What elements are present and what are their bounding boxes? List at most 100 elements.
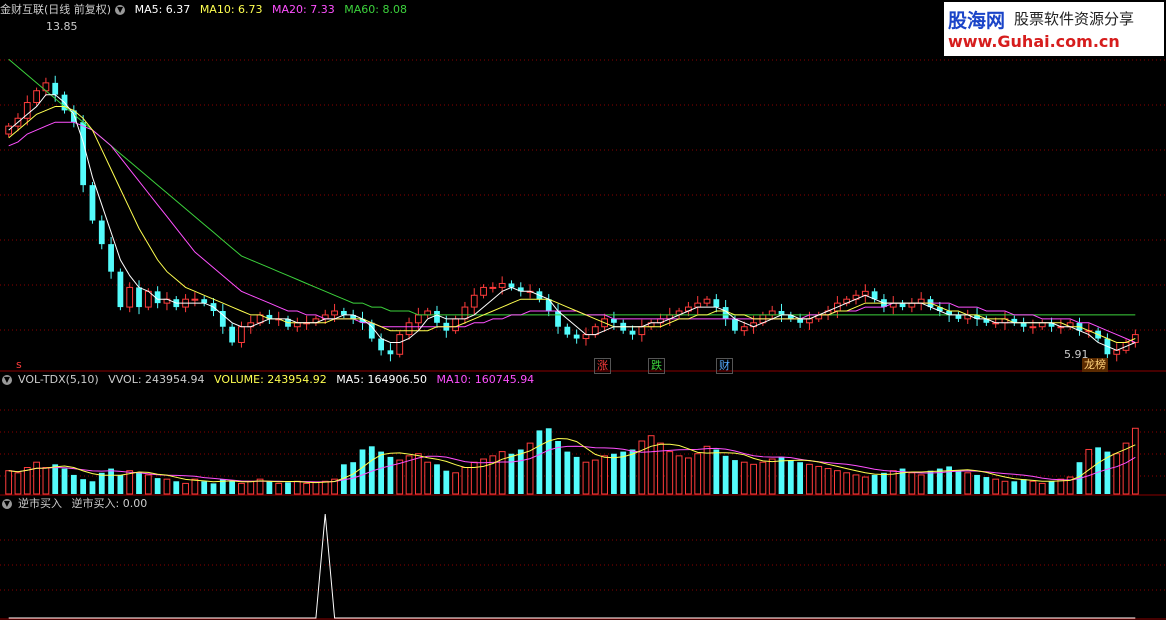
volume-bar-down bbox=[266, 481, 273, 494]
cai-marker[interactable]: 财 bbox=[716, 358, 733, 374]
vol-indicator-name[interactable]: VOL-TDX(5,10) bbox=[18, 373, 99, 386]
volume-bar-up bbox=[191, 478, 199, 495]
s-marker[interactable]: s bbox=[14, 358, 24, 372]
volume-bar-down bbox=[983, 477, 990, 494]
indicator-name[interactable]: 逆市买入 bbox=[18, 497, 62, 510]
candle-body-down bbox=[611, 318, 617, 323]
candle-body-down bbox=[732, 318, 738, 331]
volume-bar-up bbox=[1131, 427, 1139, 495]
candle-body-down bbox=[573, 334, 580, 339]
stock-chart[interactable] bbox=[0, 0, 1166, 620]
candle-body-down bbox=[52, 82, 59, 95]
volume-bar-down bbox=[797, 462, 804, 494]
volume-bar-up bbox=[833, 470, 841, 495]
indicator-readout: 逆市买入: 0.00 bbox=[71, 497, 148, 510]
volume-bar-down bbox=[1011, 481, 1018, 494]
candle-body-up bbox=[582, 334, 590, 340]
volume-bar-down bbox=[173, 481, 180, 494]
volume-bar-down bbox=[61, 468, 68, 494]
volume-bar-down bbox=[732, 460, 738, 494]
volume-bar-up bbox=[182, 482, 189, 495]
ma10-readout: MA10: 6.73 bbox=[199, 3, 263, 16]
volume-bar-down bbox=[1020, 479, 1027, 494]
volume-bar-up bbox=[247, 480, 255, 495]
candle-body-down bbox=[387, 350, 394, 355]
volume-bar-up bbox=[852, 474, 860, 495]
candle-body-up bbox=[1113, 349, 1121, 355]
volume-bar-up bbox=[759, 461, 767, 495]
volume-bar-down bbox=[378, 451, 385, 494]
volume-bar-up bbox=[666, 451, 674, 495]
volume-bar-up bbox=[424, 461, 432, 495]
candle-body-up bbox=[331, 310, 338, 316]
volume-bar-down bbox=[80, 479, 87, 494]
logo-subtext: 股票软件资源分享 bbox=[1014, 10, 1135, 28]
volume-bar-up bbox=[992, 478, 1000, 495]
stock-title[interactable]: 金财互联(日线 前复权) bbox=[0, 3, 111, 16]
chevron-down-icon[interactable]: ▼ bbox=[115, 5, 126, 15]
longhu-marker[interactable]: 龙榜 bbox=[1082, 358, 1108, 372]
volume-bar-down bbox=[154, 478, 161, 494]
candle-body-up bbox=[1038, 322, 1046, 328]
volume-bar-up bbox=[843, 472, 851, 495]
volume-bar-up bbox=[1122, 442, 1130, 495]
volume-bar-up bbox=[303, 482, 311, 495]
price-panel-header: 金财互联(日线 前复权) ▼ MA5: 6.37 MA10: 6.73 MA20:… bbox=[0, 2, 413, 18]
candle-body-down bbox=[899, 303, 906, 308]
candle-body-down bbox=[340, 311, 347, 315]
volume-bar-down bbox=[210, 483, 217, 494]
candle-body-up bbox=[703, 298, 711, 304]
candle-body-up bbox=[424, 310, 432, 316]
volume-bar-up bbox=[452, 472, 459, 495]
candle-body-down bbox=[955, 314, 962, 319]
vol-ma5-readout: MA5: 164906.50 bbox=[336, 373, 427, 386]
ma60-readout: MA60: 8.08 bbox=[344, 3, 407, 16]
logo-url: www.Guhai.com.cn bbox=[948, 32, 1120, 51]
die-marker[interactable]: 跌 bbox=[648, 358, 665, 374]
indicator-line bbox=[8, 513, 1136, 619]
high-price-label: 13.85 bbox=[46, 20, 78, 33]
volume-bar-down bbox=[108, 468, 114, 494]
volume-bar-up bbox=[1113, 453, 1121, 495]
volume-bar-up bbox=[14, 472, 22, 495]
vvol-readout: VVOL: 243954.94 bbox=[108, 373, 205, 386]
candle-body-up bbox=[861, 290, 869, 296]
candle-body-up bbox=[396, 334, 404, 355]
volume-bar-up bbox=[293, 480, 301, 495]
volume-bar-up bbox=[33, 461, 40, 495]
volume-bar-down bbox=[517, 449, 524, 494]
volume-bar-up bbox=[275, 482, 283, 495]
ma5-readout: MA5: 6.37 bbox=[134, 3, 191, 16]
volume-bar-down bbox=[52, 464, 59, 494]
volume-bar-up bbox=[238, 482, 245, 495]
volume-bar-down bbox=[778, 456, 785, 494]
volume-bar-down bbox=[229, 481, 236, 494]
chevron-down-icon[interactable]: ▼ bbox=[2, 499, 12, 509]
volume-bar-up bbox=[163, 478, 171, 495]
candle-body-down bbox=[1020, 322, 1027, 327]
volume-bar-up bbox=[694, 453, 702, 495]
chevron-down-icon[interactable]: ▼ bbox=[2, 375, 12, 385]
candle-body-up bbox=[293, 322, 301, 328]
volume-bar-up bbox=[144, 474, 152, 495]
ma20-readout: MA20: 7.33 bbox=[272, 3, 335, 16]
volume-bar-down bbox=[508, 453, 515, 494]
volume-bar-down bbox=[573, 456, 580, 494]
zhang-marker[interactable]: 涨 bbox=[594, 358, 611, 374]
candle-body-up bbox=[498, 282, 506, 288]
candle-body-up bbox=[806, 318, 813, 324]
candle-body-up bbox=[740, 326, 748, 332]
volume-bar-up bbox=[647, 435, 655, 495]
volume-bar-up bbox=[414, 453, 422, 495]
volume-bar-up bbox=[815, 465, 823, 495]
candle-body-up bbox=[470, 294, 478, 308]
volume-bar-up bbox=[861, 476, 869, 495]
volume-bar-up bbox=[806, 463, 813, 495]
volume-bar-down bbox=[1048, 481, 1055, 494]
candle-body-down bbox=[629, 330, 636, 335]
candle-body-up bbox=[414, 314, 422, 324]
candle-body-down bbox=[80, 122, 87, 186]
candle-body-up bbox=[461, 306, 469, 320]
candle-body-up bbox=[694, 302, 702, 308]
volume-bar-down bbox=[787, 460, 794, 494]
